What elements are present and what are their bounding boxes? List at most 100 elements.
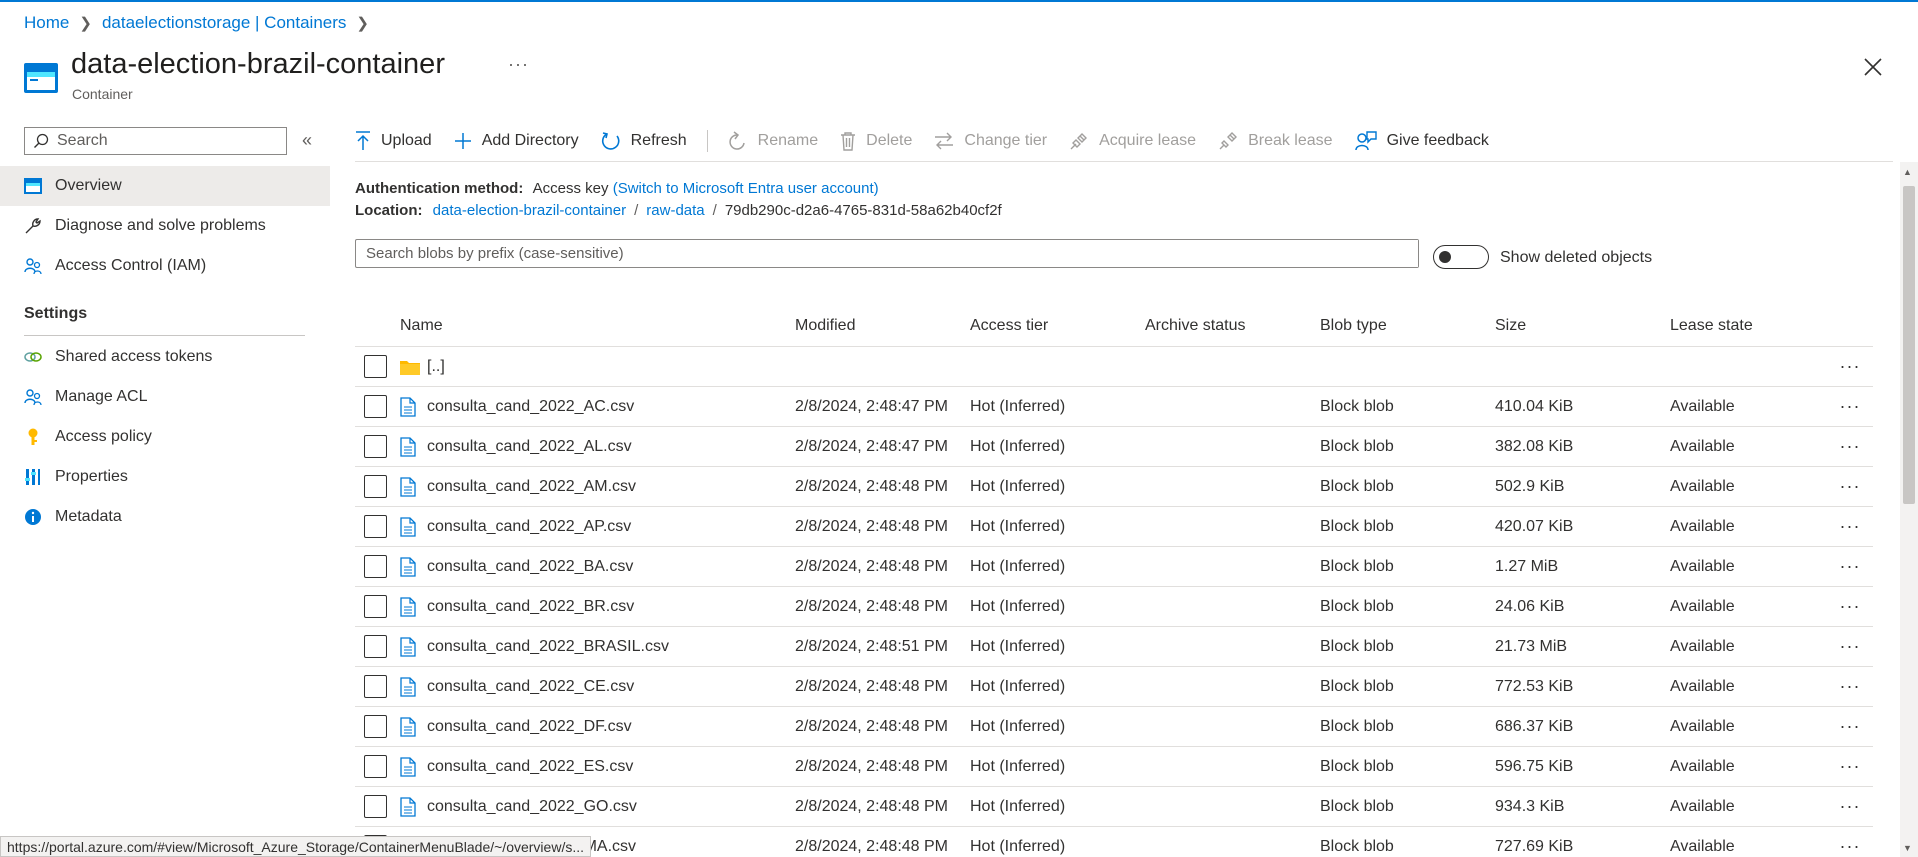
col-name-header[interactable]: Name — [400, 317, 795, 335]
row-more-button[interactable]: ··· — [1830, 796, 1870, 817]
nav-item-access-policy[interactable]: Access policy — [0, 417, 330, 457]
refresh-button[interactable]: Refresh — [601, 131, 687, 151]
table-row[interactable]: consulta_cand_2022_DF.csv 2/8/2024, 2:48… — [355, 707, 1873, 747]
blob-search-box[interactable] — [355, 239, 1419, 268]
row-more-button[interactable]: ··· — [1830, 476, 1870, 497]
delete-button[interactable]: Delete — [840, 131, 912, 151]
table-row[interactable]: consulta_cand_2022_AC.csv 2/8/2024, 2:48… — [355, 387, 1873, 427]
chevron-right-icon: ❯ — [79, 15, 92, 32]
row-more-button[interactable]: ··· — [1830, 756, 1870, 777]
blob-name-link[interactable]: consulta_cand_2022_AL.csv — [427, 438, 632, 456]
blob-name-link[interactable]: consulta_cand_2022_CE.csv — [427, 678, 634, 696]
collapse-nav-button[interactable]: « — [302, 130, 312, 151]
row-checkbox[interactable] — [364, 675, 387, 698]
acquire-lease-button[interactable]: Acquire lease — [1069, 131, 1196, 151]
location-id: 79db290c-d2a6-4765-831d-58a62b40cf2f — [724, 202, 1002, 219]
row-more-button[interactable]: ··· — [1830, 356, 1870, 377]
row-checkbox[interactable] — [364, 395, 387, 418]
nav-item-label: Properties — [55, 468, 128, 485]
table-row[interactable]: consulta_cand_2022_AP.csv 2/8/2024, 2:48… — [355, 507, 1873, 547]
table-row-parent[interactable]: [..] ··· — [355, 347, 1873, 387]
col-type-header[interactable]: Blob type — [1320, 317, 1495, 335]
table-row[interactable]: consulta_cand_2022_AL.csv 2/8/2024, 2:48… — [355, 427, 1873, 467]
switch-auth-link[interactable]: (Switch to Microsoft Entra user account) — [613, 180, 879, 197]
scroll-up-arrow[interactable]: ▲ — [1903, 167, 1912, 177]
location-folder-link[interactable]: raw-data — [646, 202, 704, 219]
row-more-button[interactable]: ··· — [1830, 596, 1870, 617]
breadcrumb-home[interactable]: Home — [24, 13, 69, 33]
col-modified-header[interactable]: Modified — [795, 317, 970, 335]
location-container-link[interactable]: data-election-brazil-container — [433, 202, 626, 219]
show-deleted-toggle[interactable] — [1433, 245, 1489, 269]
col-lease-header[interactable]: Lease state — [1670, 317, 1830, 335]
nav-item-overview[interactable]: Overview — [0, 166, 330, 206]
row-checkbox[interactable] — [364, 515, 387, 538]
change-tier-button[interactable]: Change tier — [934, 132, 1047, 150]
table-row[interactable]: consulta_cand_2022_BR.csv 2/8/2024, 2:48… — [355, 587, 1873, 627]
chevron-right-icon: ❯ — [356, 15, 369, 32]
give-feedback-button[interactable]: Give feedback — [1354, 131, 1489, 151]
key-icon — [24, 428, 42, 446]
row-checkbox[interactable] — [364, 355, 387, 378]
table-row[interactable]: consulta_cand_2022_ES.csv 2/8/2024, 2:48… — [355, 747, 1873, 787]
scrollbar-thumb[interactable] — [1903, 186, 1915, 504]
blob-name-link[interactable]: consulta_cand_2022_GO.csv — [427, 798, 637, 816]
table-row[interactable]: consulta_cand_2022_BA.csv 2/8/2024, 2:48… — [355, 547, 1873, 587]
col-size-header[interactable]: Size — [1495, 317, 1670, 335]
row-more-button[interactable]: ··· — [1830, 516, 1870, 537]
close-icon[interactable] — [1862, 56, 1884, 78]
nav-item-access-control[interactable]: Access Control (IAM) — [0, 246, 330, 286]
row-more-button[interactable]: ··· — [1830, 436, 1870, 457]
blob-search-input[interactable] — [366, 240, 1418, 267]
rename-button[interactable]: Rename — [728, 131, 818, 151]
table-row[interactable]: consulta_cand_2022_GO.csv 2/8/2024, 2:48… — [355, 787, 1873, 827]
row-checkbox[interactable] — [364, 435, 387, 458]
nav-item-properties[interactable]: Properties — [0, 457, 330, 497]
col-size-label: Size — [1495, 316, 1527, 334]
scroll-down-arrow[interactable]: ▼ — [1903, 843, 1912, 853]
row-checkbox[interactable] — [364, 795, 387, 818]
more-options-button[interactable]: ··· — [508, 54, 529, 75]
row-more-button[interactable]: ··· — [1830, 716, 1870, 737]
blob-name-link[interactable]: consulta_cand_2022_AM.csv — [427, 478, 636, 496]
nav-item-metadata[interactable]: Metadata — [0, 497, 330, 537]
row-more-button[interactable]: ··· — [1830, 676, 1870, 697]
row-more-button[interactable]: ··· — [1830, 556, 1870, 577]
cell-access-tier: Hot (Inferred) — [970, 517, 1066, 535]
nav-item-manage-acl[interactable]: Manage ACL — [0, 377, 330, 417]
row-more-button[interactable]: ··· — [1830, 396, 1870, 417]
file-icon — [400, 556, 422, 577]
blob-name-link[interactable]: consulta_cand_2022_AC.csv — [427, 398, 634, 416]
cell-access-tier: Hot (Inferred) — [970, 477, 1066, 495]
col-tier-header[interactable]: Access tier — [970, 317, 1145, 335]
row-more-button[interactable]: ··· — [1830, 636, 1870, 657]
nav-item-shared-access-tokens[interactable]: Shared access tokens — [0, 337, 330, 377]
blob-name-link[interactable]: consulta_cand_2022_DF.csv — [427, 718, 632, 736]
break-lease-button[interactable]: Break lease — [1218, 131, 1333, 151]
row-checkbox[interactable] — [364, 755, 387, 778]
col-archive-header[interactable]: Archive status — [1145, 317, 1320, 335]
nav-item-label: Shared access tokens — [55, 348, 213, 365]
table-row[interactable]: consulta_cand_2022_CE.csv 2/8/2024, 2:48… — [355, 667, 1873, 707]
nav-item-diagnose[interactable]: Diagnose and solve problems — [0, 206, 330, 246]
blob-name-link[interactable]: consulta_cand_2022_BRASIL.csv — [427, 638, 669, 656]
blob-name-link[interactable]: consulta_cand_2022_BR.csv — [427, 598, 634, 616]
row-checkbox[interactable] — [364, 595, 387, 618]
upload-button[interactable]: Upload — [355, 131, 432, 151]
parent-folder-link[interactable]: [..] — [427, 358, 445, 376]
cell-modified: 2/8/2024, 2:48:48 PM — [795, 797, 948, 815]
add-directory-button[interactable]: Add Directory — [454, 132, 579, 150]
row-checkbox[interactable] — [364, 475, 387, 498]
row-checkbox[interactable] — [364, 555, 387, 578]
blob-name-link[interactable]: consulta_cand_2022_AP.csv — [427, 518, 631, 536]
nav-search-box[interactable] — [24, 127, 287, 155]
row-checkbox[interactable] — [364, 715, 387, 738]
row-more-button[interactable]: ··· — [1830, 836, 1870, 857]
blob-name-link[interactable]: consulta_cand_2022_BA.csv — [427, 558, 633, 576]
table-row[interactable]: consulta_cand_2022_BRASIL.csv 2/8/2024, … — [355, 627, 1873, 667]
row-checkbox[interactable] — [364, 635, 387, 658]
nav-search-input[interactable] — [57, 132, 257, 150]
table-row[interactable]: consulta_cand_2022_AM.csv 2/8/2024, 2:48… — [355, 467, 1873, 507]
blob-name-link[interactable]: consulta_cand_2022_ES.csv — [427, 758, 633, 776]
breadcrumb-storage[interactable]: dataelectionstorage | Containers — [102, 13, 346, 33]
